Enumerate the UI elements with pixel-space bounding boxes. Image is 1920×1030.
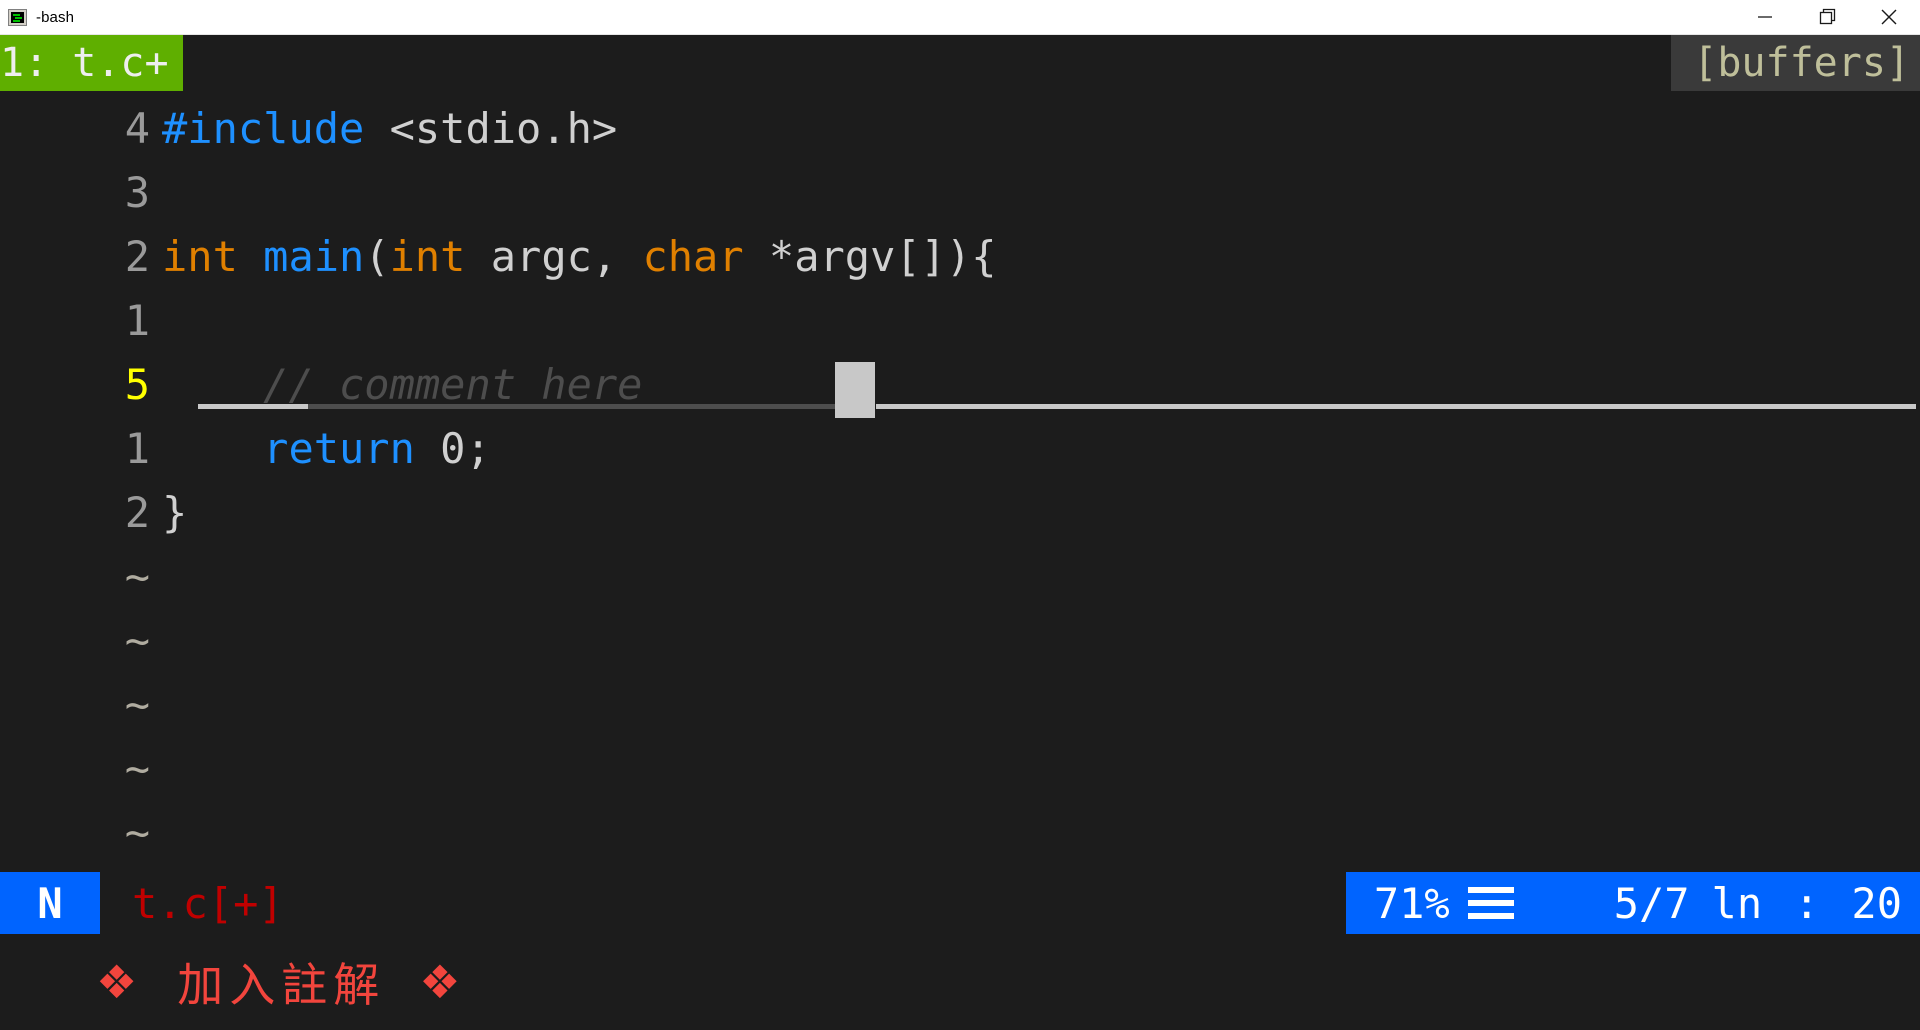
tilde-glyph: ~: [124, 552, 150, 601]
code-token: #include: [162, 104, 365, 153]
code-editor[interactable]: 4 #include <stdio.h> 3 2 int main(int argc, …: [0, 91, 1920, 872]
line-number: 4: [124, 104, 150, 153]
caption-text: 加入註解: [177, 958, 386, 1012]
status-position: 5/7: [1613, 878, 1690, 928]
line-content: return 0;: [162, 417, 1920, 481]
status-percent: 71%: [1373, 878, 1450, 928]
status-filename: t.c[+]: [132, 878, 284, 928]
code-token: int: [162, 232, 238, 281]
window-title: -bash: [36, 8, 75, 26]
line-number: 1: [124, 424, 150, 473]
hamburger-icon: [1467, 887, 1514, 919]
line-number: 1: [124, 296, 150, 345]
titlebar-left-group: -bash: [0, 8, 75, 26]
buffer-tab-1[interactable]: 1: t.c+: [0, 35, 183, 91]
tilde-glyph: ~: [124, 616, 150, 665]
code-token: char: [642, 232, 744, 281]
tilde-glyph: ~: [124, 744, 150, 793]
line-number: 2: [124, 488, 150, 537]
status-colon: :: [1794, 878, 1820, 928]
code-token: int: [389, 232, 466, 281]
status-line: N t.c[+] 71% 5/7 ln : 20: [0, 872, 1920, 934]
buffers-indicator: [buffers]: [1671, 35, 1920, 91]
caption-left-ornament: ❖: [96, 955, 144, 1009]
code-line: 1: [0, 289, 1920, 353]
code-token: (: [364, 232, 390, 281]
tilde-glyph: ~: [124, 808, 150, 857]
close-button[interactable]: [1858, 0, 1920, 34]
caption-right-ornament: ❖: [419, 955, 467, 1009]
code-line: 2}: [0, 481, 1920, 545]
line-number: 5: [124, 360, 150, 409]
terminal-icon: [8, 8, 27, 26]
tilde-glyph: ~: [124, 680, 150, 729]
line-content: }: [162, 481, 1920, 545]
status-spacer: [284, 872, 1346, 934]
current-line-underline-indent: [198, 404, 308, 409]
status-column: 20: [1851, 878, 1902, 928]
line-content: int main(int argc, char *argv[]){: [162, 225, 1920, 289]
code-token: <stdio.h>: [364, 104, 618, 153]
code-line: 5 // comment here: [0, 353, 1920, 418]
code-line: 1 return 0;: [0, 417, 1920, 481]
code-token: return: [263, 424, 415, 473]
terminal-window: -bash 1: t.c+ [buffers] 4 #include <stdi…: [0, 0, 1920, 1030]
line-number: 2: [124, 232, 150, 281]
code-line-list: 4 #include <stdio.h> 3 2 int main(int argc, …: [0, 97, 1920, 545]
line-number: 3: [124, 168, 150, 217]
text-cursor: [835, 362, 875, 418]
mode-indicator: N: [0, 872, 100, 934]
empty-line-marker: ~: [0, 801, 1920, 865]
status-right-group: 71% 5/7 ln : 20: [1345, 872, 1920, 934]
empty-line-marker: ~: [0, 673, 1920, 737]
tabline-filler: [182, 35, 1672, 91]
empty-line-marker: ~: [0, 737, 1920, 801]
window-titlebar: -bash: [0, 0, 1920, 35]
code-token: 0;: [414, 424, 491, 473]
empty-line-marker: ~: [0, 545, 1920, 609]
buffer-tabline: 1: t.c+ [buffers]: [0, 35, 1920, 91]
caption-bar: ❖ 加入註解 ❖: [0, 934, 1920, 1030]
maximize-button[interactable]: [1796, 0, 1858, 34]
code-token: main: [263, 232, 365, 281]
code-token: // comment here: [263, 360, 643, 409]
line-content: #include <stdio.h>: [162, 97, 1920, 161]
empty-line-markers: ~ ~ ~ ~ ~: [0, 545, 1920, 865]
empty-line-marker: ~: [0, 609, 1920, 673]
minimize-button[interactable]: [1734, 0, 1796, 34]
status-line-label: ln: [1711, 878, 1763, 928]
window-controls: [1734, 0, 1920, 34]
code-token: argc,: [465, 232, 643, 281]
terminal-icon-glyph: [13, 13, 20, 16]
code-line: 3: [0, 161, 1920, 225]
code-token: }: [162, 488, 188, 537]
code-token: *argv[]){: [743, 232, 997, 281]
current-line-underline-rest: [876, 404, 1916, 409]
code-line: 2 int main(int argc, char *argv[]){: [0, 225, 1920, 289]
code-line: 4 #include <stdio.h>: [0, 97, 1920, 161]
current-line-underline-comment: [308, 404, 842, 409]
